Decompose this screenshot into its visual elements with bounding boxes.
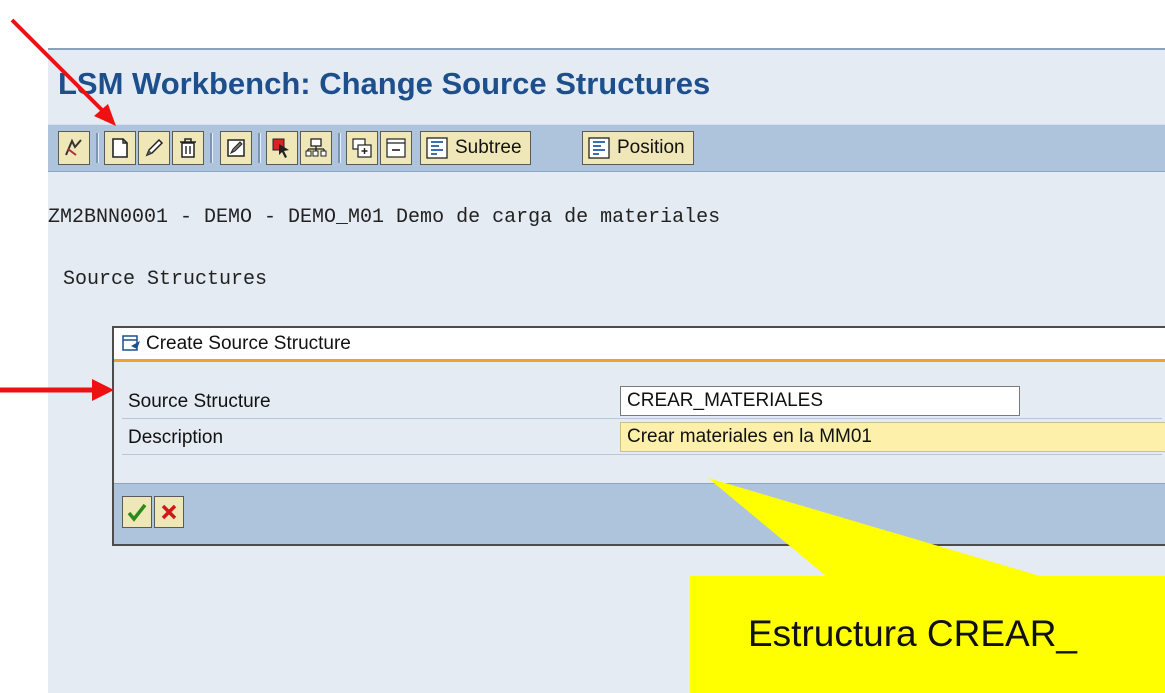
callout-bubble xyxy=(690,478,1165,693)
callout-text: Estructura CREAR_ xyxy=(748,613,1077,654)
